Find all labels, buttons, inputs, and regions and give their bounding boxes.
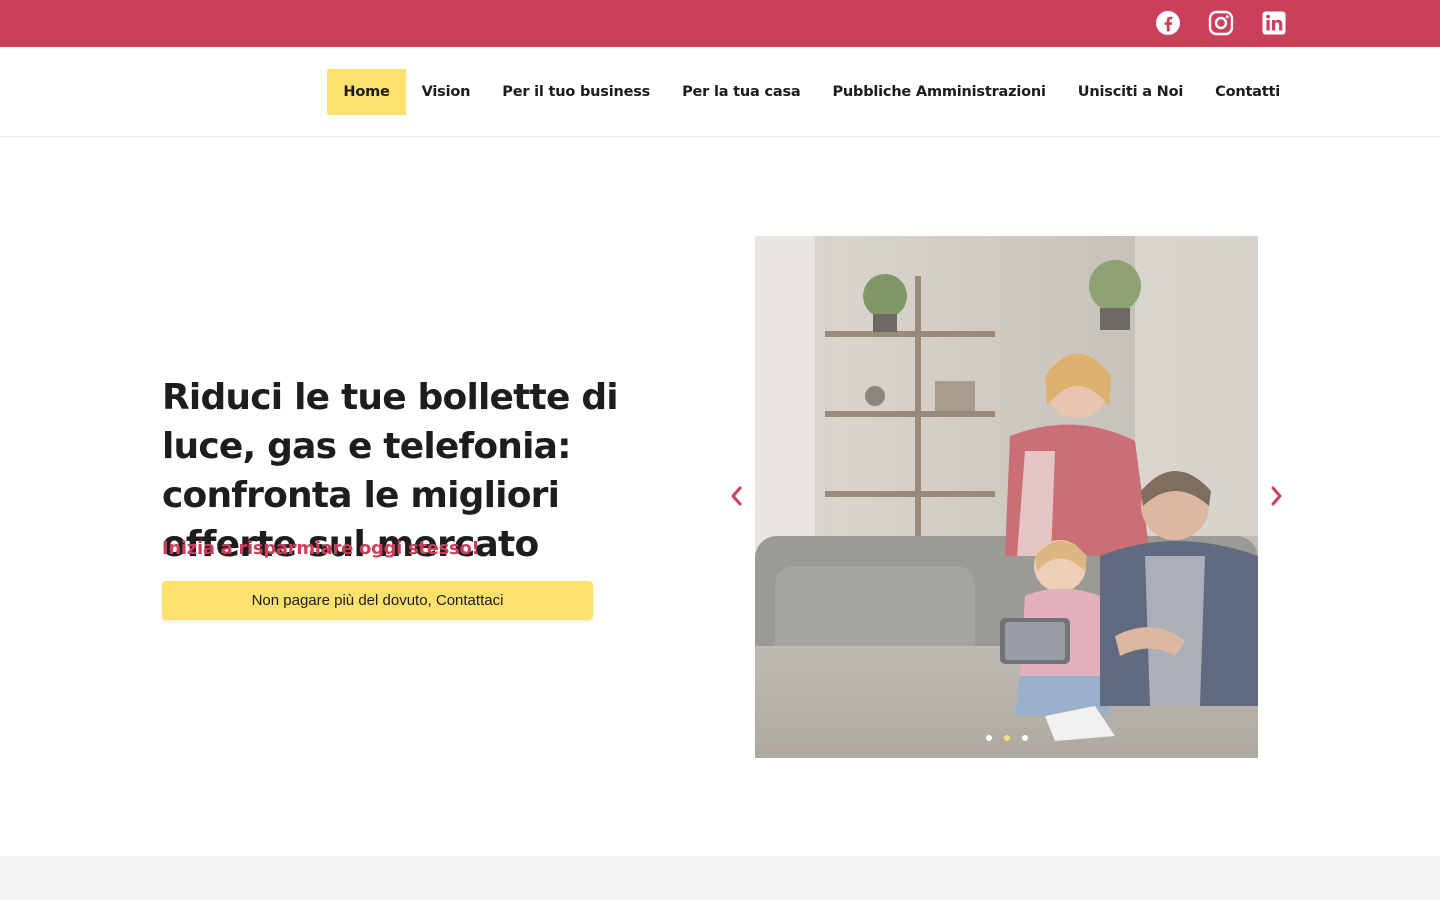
nav-item-pubbliche-amministrazioni[interactable]: Pubbliche Amministrazioni <box>816 69 1061 115</box>
nav-item-vision[interactable]: Vision <box>406 69 487 115</box>
slider-dot-3[interactable] <box>1021 735 1028 741</box>
nav-item-unisciti[interactable]: Unisciti a Noi <box>1062 69 1199 115</box>
contact-cta-button[interactable]: Non pagare più del dovuto, Contattaci <box>162 581 593 620</box>
site-header: Home Vision Per il tuo business Per la t… <box>0 47 1440 137</box>
nav-item-contatti[interactable]: Contatti <box>1199 69 1296 115</box>
hero-subtitle: Inizia a risparmiare oggi stesso! <box>162 538 480 559</box>
slider-dot-1[interactable] <box>985 735 992 741</box>
hero-section: Riduci le tue bollette di luce, gas e te… <box>0 138 1440 856</box>
slider-dot-2[interactable] <box>1003 735 1010 741</box>
image-slider <box>755 236 1258 758</box>
nav-item-business[interactable]: Per il tuo business <box>486 69 666 115</box>
slider-pagination <box>755 735 1258 741</box>
top-bar <box>0 0 1440 47</box>
instagram-icon[interactable] <box>1208 10 1234 36</box>
next-section-band <box>0 856 1440 900</box>
main-navigation: Home Vision Per il tuo business Per la t… <box>327 69 1296 115</box>
nav-item-home[interactable]: Home <box>327 69 406 115</box>
family-photo <box>755 236 1258 758</box>
facebook-icon[interactable] <box>1155 10 1181 36</box>
chevron-right-icon[interactable] <box>1266 484 1286 508</box>
chevron-left-icon[interactable] <box>727 484 747 508</box>
nav-item-casa[interactable]: Per la tua casa <box>666 69 816 115</box>
linkedin-icon[interactable] <box>1261 10 1287 36</box>
